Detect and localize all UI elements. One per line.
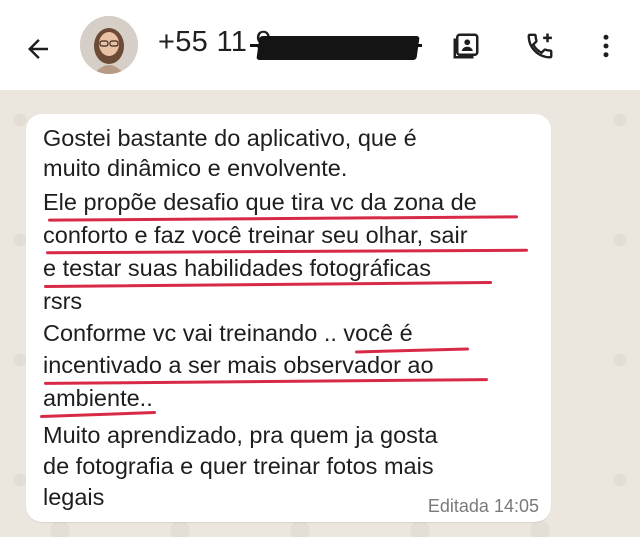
chat-header: +55 11 9 <box>0 0 640 90</box>
message-line: e testar suas habilidades fotográficas <box>43 255 431 281</box>
message-line: Muito aprendizado, pra quem ja gosta <box>43 422 438 448</box>
redaction-mark <box>256 36 420 60</box>
message-line: Gostei bastante do aplicativo, que é <box>43 125 417 151</box>
more-options-button[interactable] <box>586 26 626 66</box>
message-line: Conforme vc vai treinando .. você é <box>43 320 413 346</box>
contact-number[interactable]: +55 11 9 <box>158 26 272 59</box>
message-line: legais <box>43 484 105 510</box>
redaction-strike <box>250 44 422 47</box>
add-call-button[interactable] <box>520 26 560 66</box>
message-line: de fotografia e quer treinar fotos mais <box>43 453 434 479</box>
message-meta: Editada 14:05 <box>428 496 539 517</box>
message-line: conforto e faz você treinar seu olhar, s… <box>43 222 468 248</box>
message-time: 14:05 <box>493 496 539 516</box>
contact-card-icon <box>453 33 479 59</box>
avatar[interactable] <box>80 16 138 74</box>
arrow-left-icon <box>28 39 48 59</box>
add-call-icon <box>527 33 553 59</box>
message-line: ambiente.. <box>43 385 153 411</box>
message-line: rsrs <box>43 288 83 314</box>
edited-label: Editada <box>427 496 489 516</box>
back-button[interactable] <box>18 29 58 69</box>
contact-card-button[interactable] <box>446 26 486 66</box>
message-line: incentivado a ser mais observador ao <box>43 352 434 378</box>
message-line: muito dinâmico e envolvente. <box>43 155 348 181</box>
avatar-photo <box>80 16 138 74</box>
more-vert-icon <box>603 34 609 58</box>
message-line: Ele propõe desafio que tira vc da zona d… <box>43 189 477 215</box>
